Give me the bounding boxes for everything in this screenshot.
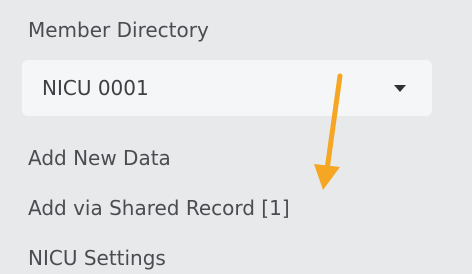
arrow-head bbox=[314, 164, 340, 190]
caret-down-icon bbox=[394, 85, 406, 92]
unit-select[interactable]: NICU 0001 bbox=[22, 60, 432, 116]
member-directory-link[interactable]: Member Directory bbox=[28, 18, 209, 42]
add-via-shared-record-link[interactable]: Add via Shared Record [1] bbox=[28, 196, 290, 220]
add-new-data-link[interactable]: Add New Data bbox=[28, 146, 171, 170]
nicu-settings-link[interactable]: NICU Settings bbox=[28, 246, 166, 270]
sidebar-panel: Member Directory NICU 0001 Add New Data … bbox=[0, 0, 472, 274]
unit-select-value: NICU 0001 bbox=[42, 76, 149, 100]
